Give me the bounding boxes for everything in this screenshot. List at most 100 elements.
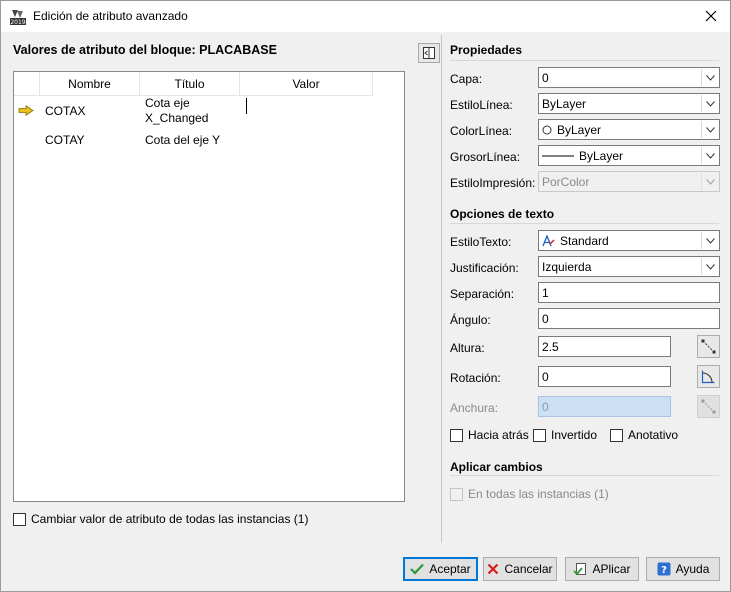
table-header-title: Título bbox=[140, 72, 240, 96]
invertido-option[interactable]: Invertido bbox=[533, 428, 597, 442]
change-all-instances-checkbox[interactable] bbox=[13, 512, 26, 526]
invertido-label: Invertido bbox=[551, 428, 598, 442]
estilolinea-label: EstiloLínea: bbox=[450, 98, 513, 112]
separacion-label: Separación: bbox=[450, 287, 515, 301]
estilotexto-value: Standard bbox=[560, 234, 609, 248]
capa-value: 0 bbox=[542, 71, 549, 85]
color-circle-icon bbox=[542, 125, 552, 135]
estilotexto-label: EstiloTexto: bbox=[450, 235, 512, 249]
close-icon bbox=[705, 10, 717, 22]
capa-select[interactable]: 0 bbox=[538, 67, 720, 88]
pick-distance-icon bbox=[701, 339, 716, 354]
properties-title: Propiedades bbox=[450, 43, 523, 57]
current-row-arrow-icon bbox=[18, 105, 34, 119]
chevron-down-icon bbox=[701, 232, 718, 249]
justificacion-value: Izquierda bbox=[542, 260, 592, 274]
rotacion-label: Rotación: bbox=[450, 371, 501, 385]
row-1-title-line2[interactable]: X_Changed bbox=[145, 111, 208, 126]
chevron-down-icon bbox=[701, 147, 718, 164]
attribute-table[interactable]: Nombre Título Valor COTAX Cota eje X_Cha… bbox=[13, 71, 405, 502]
angulo-label: Ángulo: bbox=[450, 313, 491, 327]
altura-label: Altura: bbox=[450, 341, 485, 355]
text-caret bbox=[246, 98, 247, 114]
anchura-label: Anchura: bbox=[450, 401, 499, 415]
angulo-input[interactable]: 0 bbox=[538, 308, 720, 329]
invertido-checkbox[interactable] bbox=[533, 428, 546, 442]
anchura-input: 0 bbox=[538, 396, 671, 417]
anotativo-checkbox[interactable] bbox=[610, 428, 623, 442]
hacia-atras-checkbox[interactable] bbox=[450, 428, 463, 442]
cancel-label: Cancelar bbox=[504, 562, 553, 576]
svg-text:?: ? bbox=[661, 565, 667, 576]
row-2-title[interactable]: Cota del eje Y bbox=[145, 133, 220, 148]
estiloimpresion-select: PorColor bbox=[538, 171, 720, 192]
apply-button[interactable]: APlicar bbox=[565, 557, 639, 581]
anchura-value: 0 bbox=[542, 400, 549, 414]
rotacion-value: 0 bbox=[542, 370, 549, 384]
apply-label: APlicar bbox=[592, 562, 631, 576]
angulo-value: 0 bbox=[542, 312, 549, 326]
hacia-atras-label: Hacia atrás bbox=[468, 428, 529, 442]
colorlinea-value-wrap: ByLayer bbox=[542, 123, 601, 137]
capa-label: Capa: bbox=[450, 72, 483, 86]
lineweight-line-icon bbox=[542, 155, 574, 157]
cancel-button[interactable]: Cancelar bbox=[483, 557, 557, 581]
table-header-name: Nombre bbox=[40, 72, 140, 96]
collapse-panel-button[interactable] bbox=[418, 43, 440, 63]
close-button[interactable] bbox=[698, 5, 724, 27]
separacion-value: 1 bbox=[542, 286, 549, 300]
justificacion-label: Justificación: bbox=[450, 261, 519, 275]
altura-input[interactable]: 2.5 bbox=[538, 336, 671, 357]
app-icon-badge: 2019 bbox=[10, 19, 25, 26]
apply-changes-separator bbox=[450, 475, 719, 476]
row-2-name[interactable]: COTAY bbox=[45, 133, 85, 148]
all-instances-label: En todas las instancias (1) bbox=[468, 487, 609, 501]
change-all-instances-label: Cambiar valor de atributo de todas las i… bbox=[31, 512, 309, 526]
text-options-title: Opciones de texto bbox=[450, 207, 555, 221]
estiloimpresion-label: EstiloImpresión: bbox=[450, 176, 536, 190]
colorlinea-select[interactable]: ByLayer bbox=[538, 119, 720, 140]
rotacion-input[interactable]: 0 bbox=[538, 366, 671, 387]
anotativo-option[interactable]: Anotativo bbox=[610, 428, 678, 442]
help-button[interactable]: ? Ayuda bbox=[646, 557, 720, 581]
change-all-instances-option[interactable]: Cambiar valor de atributo de todas las i… bbox=[13, 512, 308, 526]
panel-toggle-icon bbox=[423, 47, 435, 59]
separacion-input[interactable]: 1 bbox=[538, 282, 720, 303]
altura-value: 2.5 bbox=[542, 340, 559, 354]
estilolinea-select[interactable]: ByLayer bbox=[538, 93, 720, 114]
accept-label: Aceptar bbox=[429, 562, 471, 576]
text-style-icon bbox=[542, 235, 555, 247]
title-bar: 2019 Edición de atributo avanzado bbox=[1, 1, 730, 32]
help-icon: ? bbox=[657, 562, 671, 576]
app-icon: 2019 bbox=[9, 8, 27, 26]
window-title: Edición de atributo avanzado bbox=[33, 9, 188, 23]
hacia-atras-option[interactable]: Hacia atrás bbox=[450, 428, 529, 442]
apply-document-icon bbox=[573, 563, 587, 576]
all-instances-checkbox bbox=[450, 487, 463, 501]
grosorlinea-select[interactable]: ByLayer bbox=[538, 145, 720, 166]
help-label: Ayuda bbox=[675, 562, 710, 576]
apply-changes-title: Aplicar cambios bbox=[450, 460, 543, 474]
block-attributes-title: Valores de atributo del bloque: PLACABAS… bbox=[13, 43, 277, 57]
pick-height-button[interactable] bbox=[697, 335, 720, 358]
check-icon bbox=[410, 563, 425, 575]
grosorlinea-label: GrosorLínea: bbox=[450, 150, 521, 164]
table-header-indicator bbox=[14, 72, 40, 96]
anotativo-label: Anotativo bbox=[628, 428, 679, 442]
chevron-down-icon bbox=[701, 95, 718, 112]
estilotexto-select[interactable]: Standard bbox=[538, 230, 720, 251]
pick-width-button bbox=[697, 395, 720, 418]
estilotexto-value-wrap: Standard bbox=[542, 234, 609, 248]
pick-rotation-button[interactable] bbox=[697, 365, 720, 388]
colorlinea-value: ByLayer bbox=[557, 123, 602, 137]
pick-angle-icon bbox=[701, 370, 715, 384]
dialog-window: 2019 Edición de atributo avanzado Valore… bbox=[0, 0, 731, 592]
properties-separator bbox=[450, 60, 719, 61]
justificacion-select[interactable]: Izquierda bbox=[538, 256, 720, 277]
accept-button[interactable]: Aceptar bbox=[403, 557, 478, 581]
colorlinea-label: ColorLínea: bbox=[450, 124, 513, 138]
chevron-down-icon bbox=[701, 173, 718, 190]
text-options-separator bbox=[450, 223, 719, 224]
row-1-title-line1[interactable]: Cota eje bbox=[145, 96, 190, 111]
row-1-name[interactable]: COTAX bbox=[45, 104, 85, 119]
